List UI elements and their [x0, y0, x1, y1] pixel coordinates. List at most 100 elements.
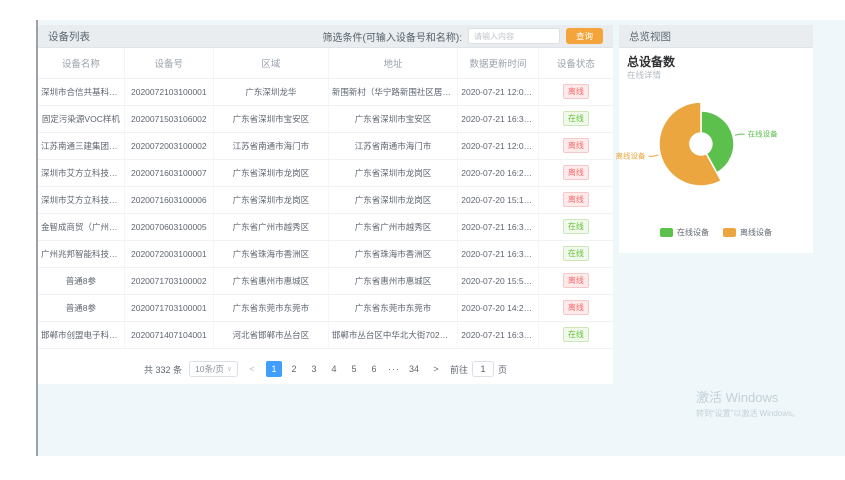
- cell-name: 金智成商贸（广州）有...: [38, 213, 124, 240]
- cell-device_no: 2020072003100002: [124, 132, 213, 159]
- status-badge: 在线: [563, 219, 589, 234]
- cell-region: 江苏省南通市海门市: [213, 132, 328, 159]
- cell-status: 离线: [538, 78, 613, 105]
- cell-name: 邯郸市创盟电子科技有...: [38, 321, 124, 348]
- goto-prefix: 前往: [450, 363, 468, 376]
- label-connector: [735, 134, 745, 135]
- cell-updated: 2020-07-20 16:22:04: [458, 159, 539, 186]
- overview-body: 总设备数 在线详情 在线设备离线设备 在线设备离线设备: [619, 48, 813, 252]
- cell-name: 固定污染源VOC样机: [38, 105, 124, 132]
- goto-page-input[interactable]: [472, 361, 494, 377]
- cell-region: 河北省邯郸市丛台区: [213, 321, 328, 348]
- slice-label: 离线设备: [616, 151, 646, 161]
- cell-device_no: 2020071703100001: [124, 294, 213, 321]
- legend-item-1[interactable]: 离线设备: [723, 227, 772, 238]
- overview-title: 总览视图: [629, 29, 671, 44]
- status-badge: 离线: [563, 165, 589, 180]
- column-header-4: 数据更新时间: [458, 48, 539, 78]
- legend-swatch-icon: [660, 228, 673, 237]
- cell-device_no: 2020071703100002: [124, 267, 213, 294]
- pagination: 共 332 条 10条/页 ∨ < 123456···34 > 前往 页: [38, 354, 613, 384]
- status-badge: 离线: [563, 138, 589, 153]
- cell-device_no: 2020071407104001: [124, 321, 213, 348]
- cell-status: 离线: [538, 294, 613, 321]
- search-button[interactable]: 查询: [566, 28, 603, 44]
- cell-updated: 2020-07-21 16:37:00: [458, 213, 539, 240]
- cell-updated: 2020-07-21 12:00:02: [458, 78, 539, 105]
- cell-device_no: 2020072103100001: [124, 78, 213, 105]
- total-count: 共 332 条: [144, 363, 182, 376]
- filter-bar: 筛选条件(可输入设备号和名称): 查询: [323, 28, 603, 44]
- table-body: 深圳市合信共基科技有...2020072103100001广东深圳龙华新围新村（…: [38, 78, 613, 348]
- cell-address: 广东省广州市越秀区: [328, 213, 457, 240]
- cell-updated: 2020-07-20 15:52:01: [458, 267, 539, 294]
- cell-status: 离线: [538, 132, 613, 159]
- cell-status: 离线: [538, 159, 613, 186]
- dashboard-page: 设备列表 筛选条件(可输入设备号和名称): 查询 设备名称设备号区域地址数据更新…: [0, 0, 845, 480]
- cell-updated: 2020-07-20 14:26:02: [458, 294, 539, 321]
- page-number-button[interactable]: 1: [266, 361, 282, 377]
- table-header-row: 设备名称设备号区域地址数据更新时间设备状态: [38, 48, 613, 78]
- cell-region: 广东省东莞市东莞市: [213, 294, 328, 321]
- column-header-2: 区域: [213, 48, 328, 78]
- legend-label: 离线设备: [740, 227, 772, 238]
- legend-item-0[interactable]: 在线设备: [660, 227, 709, 238]
- device-status-donut-chart: 在线设备离线设备: [619, 48, 813, 218]
- cell-region: 广东省惠州市惠城区: [213, 267, 328, 294]
- cell-address: 广东省惠州市惠城区: [328, 267, 457, 294]
- watermark-line2: 转到“设置”以激活 Windows。: [696, 408, 800, 419]
- cell-region: 广东省珠海市香洲区: [213, 240, 328, 267]
- cell-updated: 2020-07-20 15:10:02: [458, 186, 539, 213]
- cell-address: 广东省深圳市宝安区: [328, 105, 457, 132]
- page-number-button[interactable]: 34: [406, 361, 422, 377]
- page-size-select[interactable]: 10条/页 ∨: [189, 361, 238, 377]
- cell-name: 普通8参: [38, 294, 124, 321]
- legend-label: 在线设备: [677, 227, 709, 238]
- cell-device_no: 2020071603100006: [124, 186, 213, 213]
- status-badge: 离线: [563, 300, 589, 315]
- cell-address: 广东省深圳市龙岗区: [328, 186, 457, 213]
- cell-region: 广东省深圳市龙岗区: [213, 186, 328, 213]
- page-number-button[interactable]: 4: [326, 361, 342, 377]
- cell-updated: 2020-07-21 16:37:01: [458, 321, 539, 348]
- cell-updated: 2020-07-21 12:03:02: [458, 132, 539, 159]
- next-page-button[interactable]: >: [429, 364, 443, 374]
- cell-address: 广东省珠海市香洲区: [328, 240, 457, 267]
- cell-device_no: 2020070603100005: [124, 213, 213, 240]
- table-row: 广州兆邦智能科技股份...2020072003100001广东省珠海市香洲区广东…: [38, 240, 613, 267]
- chevron-down-icon: ∨: [227, 365, 232, 373]
- table-row: 普通8参2020071703100002广东省惠州市惠城区广东省惠州市惠城区20…: [38, 267, 613, 294]
- status-badge: 离线: [563, 192, 589, 207]
- device-list-card: 设备列表 筛选条件(可输入设备号和名称): 查询 设备名称设备号区域地址数据更新…: [38, 25, 613, 384]
- page-number-button[interactable]: 3: [306, 361, 322, 377]
- cell-name: 深圳市艾方立科技有限...: [38, 159, 124, 186]
- table-row: 深圳市合信共基科技有...2020072103100001广东深圳龙华新围新村（…: [38, 78, 613, 105]
- page-numbers: 123456···34: [266, 361, 422, 377]
- goto-suffix: 页: [498, 363, 507, 376]
- device-table: 设备名称设备号区域地址数据更新时间设备状态 深圳市合信共基科技有...20200…: [38, 48, 613, 349]
- label-connector: [649, 155, 659, 156]
- cell-region: 广东省深圳市龙岗区: [213, 159, 328, 186]
- cell-status: 在线: [538, 240, 613, 267]
- table-row: 金智成商贸（广州）有...2020070603100005广东省广州市越秀区广东…: [38, 213, 613, 240]
- cell-name: 广州兆邦智能科技股份...: [38, 240, 124, 267]
- chart-legend: 在线设备 离线设备: [619, 227, 813, 238]
- cell-region: 广东省深圳市宝安区: [213, 105, 328, 132]
- column-header-0: 设备名称: [38, 48, 124, 78]
- page-number-button[interactable]: 6: [366, 361, 382, 377]
- cell-status: 离线: [538, 186, 613, 213]
- cell-address: 新围新村（华宁路新围社区居委会附近）广东省深...: [328, 78, 457, 105]
- page-size-value: 10条/页: [195, 363, 224, 375]
- content-area: 设备列表 筛选条件(可输入设备号和名称): 查询 设备名称设备号区域地址数据更新…: [38, 20, 845, 456]
- cell-name: 深圳市艾方立科技有限...: [38, 186, 124, 213]
- page-number-button[interactable]: 5: [346, 361, 362, 377]
- search-input[interactable]: [468, 28, 560, 44]
- table-row: 深圳市艾方立科技有限...2020071603100006广东省深圳市龙岗区广东…: [38, 186, 613, 213]
- column-header-3: 地址: [328, 48, 457, 78]
- prev-page-button[interactable]: <: [245, 364, 259, 374]
- table-row: 邯郸市创盟电子科技有...2020071407104001河北省邯郸市丛台区邯郸…: [38, 321, 613, 348]
- cell-status: 离线: [538, 267, 613, 294]
- device-list-title: 设备列表: [48, 29, 90, 44]
- filter-label: 筛选条件(可输入设备号和名称):: [323, 29, 462, 44]
- page-number-button[interactable]: 2: [286, 361, 302, 377]
